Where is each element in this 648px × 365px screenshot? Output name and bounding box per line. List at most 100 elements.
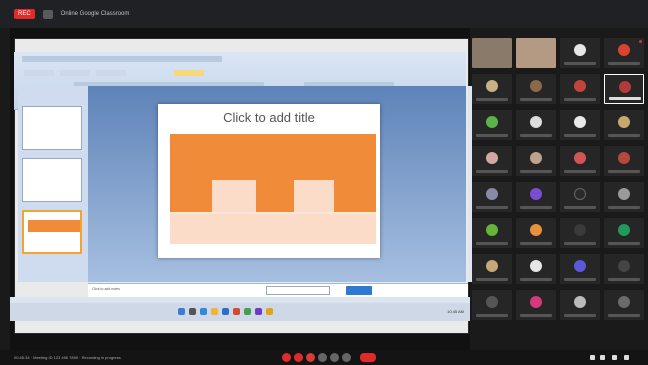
ribbon-tab[interactable] <box>96 70 126 76</box>
participant-tile[interactable] <box>560 182 600 212</box>
avatar <box>618 188 630 200</box>
participant-tile[interactable] <box>604 290 644 320</box>
participant-tile[interactable] <box>560 254 600 284</box>
video-icon[interactable] <box>318 353 327 362</box>
ribbon-tab-design[interactable] <box>174 70 204 76</box>
participant-tile[interactable] <box>560 290 600 320</box>
slide-canvas[interactable]: Click to add title <box>158 104 380 258</box>
participant-tile[interactable] <box>516 290 556 320</box>
participant-tile[interactable] <box>472 110 512 140</box>
participant-tile[interactable] <box>604 218 644 248</box>
participant-name <box>476 134 508 137</box>
participant-name <box>564 62 596 65</box>
participant-tile[interactable] <box>604 38 644 68</box>
participant-name <box>564 242 596 245</box>
avatar <box>486 224 498 236</box>
avatar <box>530 188 542 200</box>
participant-name <box>564 278 596 281</box>
hand-icon[interactable] <box>330 353 339 362</box>
participant-tile[interactable] <box>516 146 556 176</box>
system-clock: 10:45 AM <box>447 309 464 314</box>
participant-tile[interactable] <box>560 110 600 140</box>
avatar <box>486 152 498 164</box>
participant-tile[interactable] <box>560 38 600 68</box>
avatar <box>574 116 586 128</box>
participant-name <box>564 206 596 209</box>
quick-access-toolbar[interactable] <box>22 56 222 62</box>
participant-name <box>564 134 596 137</box>
avatar <box>486 80 498 92</box>
slide-thumbnail-selected[interactable] <box>22 210 82 254</box>
end-call-icon[interactable] <box>360 353 376 362</box>
participant-tile[interactable] <box>604 254 644 284</box>
slide-title[interactable]: Click to add title <box>158 110 380 125</box>
participant-name <box>608 206 640 209</box>
zoom-icon[interactable] <box>222 308 229 315</box>
share-icon[interactable] <box>294 353 303 362</box>
participant-name <box>608 278 640 281</box>
participant-tile[interactable] <box>604 182 644 212</box>
participant-name <box>476 278 508 281</box>
participant-tile[interactable] <box>472 74 512 104</box>
participant-name <box>520 278 552 281</box>
app-icon[interactable] <box>266 308 273 315</box>
participant-name <box>476 98 508 101</box>
participant-tile[interactable] <box>472 290 512 320</box>
participant-tile[interactable] <box>472 146 512 176</box>
notes-pane[interactable]: Click to add notes <box>88 283 468 297</box>
search-input[interactable] <box>266 286 330 295</box>
ribbon-tab[interactable] <box>24 70 54 76</box>
powerpoint-icon[interactable] <box>233 308 240 315</box>
chat-panel-icon[interactable] <box>612 355 617 360</box>
ribbon-tab[interactable] <box>60 70 90 76</box>
chrome-icon[interactable] <box>244 308 251 315</box>
record-icon[interactable] <box>282 353 291 362</box>
participant-tile[interactable] <box>604 74 644 104</box>
participant-tile[interactable] <box>516 74 556 104</box>
avatar <box>618 44 630 56</box>
home-icon[interactable] <box>42 9 53 19</box>
participant-tile[interactable] <box>472 254 512 284</box>
participant-name <box>476 170 508 173</box>
participant-tile[interactable] <box>560 218 600 248</box>
participant-tile[interactable] <box>560 146 600 176</box>
participant-tile[interactable] <box>604 146 644 176</box>
participant-tile[interactable] <box>604 110 644 140</box>
participant-name <box>476 314 508 317</box>
participant-tile[interactable] <box>516 218 556 248</box>
slide-thumbnail[interactable] <box>22 158 82 202</box>
search-icon[interactable] <box>189 308 196 315</box>
slide-table[interactable] <box>170 134 376 244</box>
people-icon[interactable] <box>600 355 605 360</box>
thumbnail-table-preview <box>28 220 80 232</box>
folder-icon[interactable] <box>211 308 218 315</box>
participant-video-tile[interactable] <box>472 38 512 68</box>
meeting-window: REC Online Google Classroom Click to add… <box>0 0 648 365</box>
participant-tile[interactable] <box>560 74 600 104</box>
participant-video-tile[interactable] <box>516 38 556 68</box>
chat-icon[interactable] <box>342 353 351 362</box>
avatar <box>486 188 498 200</box>
participant-gallery <box>472 38 648 343</box>
avatar <box>574 296 586 308</box>
avatar <box>486 296 498 308</box>
avatar <box>530 80 542 92</box>
participant-tile[interactable] <box>516 110 556 140</box>
windows-start-icon[interactable] <box>178 308 185 315</box>
mic-icon[interactable] <box>306 353 315 362</box>
participant-tile[interactable] <box>516 182 556 212</box>
activities-icon[interactable] <box>624 355 629 360</box>
avatar <box>618 116 630 128</box>
search-button[interactable] <box>346 286 372 295</box>
app-icon[interactable] <box>255 308 262 315</box>
participant-tile[interactable] <box>516 254 556 284</box>
slide-thumbnail[interactable] <box>22 106 82 150</box>
table-cell-light <box>212 180 256 212</box>
participant-tile[interactable] <box>472 218 512 248</box>
edge-icon[interactable] <box>200 308 207 315</box>
participant-tile[interactable] <box>472 182 512 212</box>
meeting-controls-bar: 00:45:34 · Meeting ID 123 456 7890 · Rec… <box>0 350 648 365</box>
avatar <box>574 152 586 164</box>
info-icon[interactable] <box>590 355 595 360</box>
avatar <box>530 296 542 308</box>
